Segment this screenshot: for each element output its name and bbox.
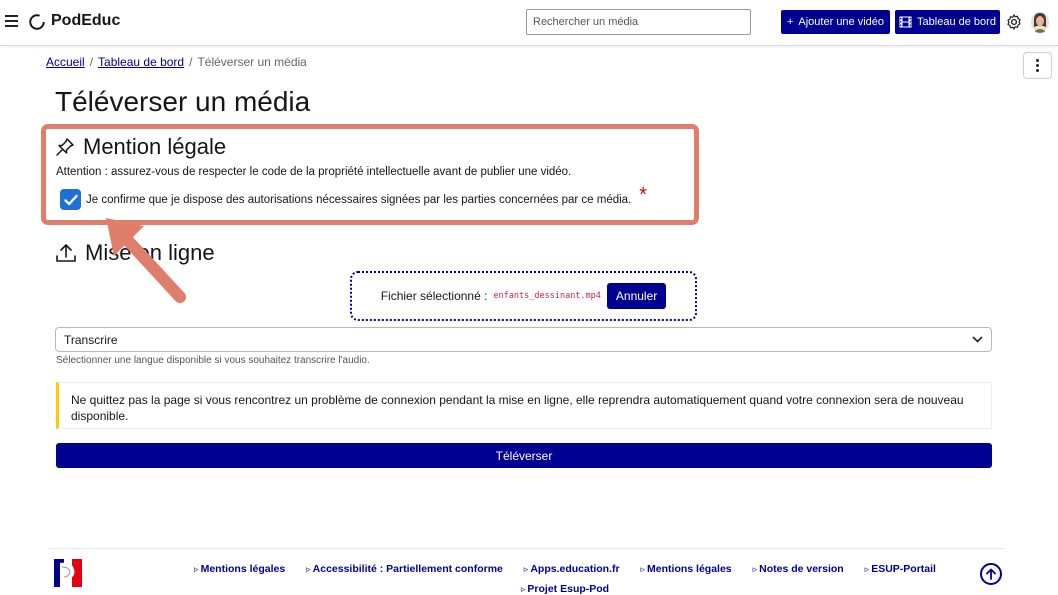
arrow-up-icon [986, 568, 996, 580]
marianne-logo-icon [54, 559, 82, 587]
add-video-label: Ajouter une vidéo [798, 16, 885, 28]
plus-icon: + [786, 16, 794, 28]
footer-link[interactable]: Accessibilité : Partiellement conforme [306, 563, 503, 575]
chevron-down-icon [972, 336, 983, 343]
dashboard-button[interactable]: Tableau de bord [895, 10, 1000, 34]
footer-link[interactable]: Mentions légales [194, 563, 285, 575]
footer-link[interactable]: ESUP-Portail [865, 563, 936, 575]
footer-link[interactable]: Mentions légales [641, 563, 732, 575]
brand-name[interactable]: PodEduc [51, 12, 120, 30]
breadcrumb-separator: / [89, 55, 94, 69]
add-video-button[interactable]: + Ajouter une vidéo [781, 10, 890, 34]
file-dropzone[interactable]: Fichier sélectionné : enfants_dessinant.… [350, 271, 697, 321]
avatar[interactable] [1030, 11, 1050, 33]
breadcrumb-dashboard-link[interactable]: Tableau de bord [98, 55, 184, 69]
film-icon [899, 16, 912, 28]
transcribe-select[interactable]: Transcrire [55, 327, 992, 352]
cancel-file-button[interactable]: Annuler [606, 283, 667, 309]
upload-title-text: Mise en ligne [85, 240, 215, 265]
back-to-top-button[interactable] [980, 563, 1002, 585]
breadcrumb: Accueil / Tableau de bord / Téléverser un mé… [46, 55, 307, 69]
page-title: Téléverser un média [55, 86, 311, 117]
transcribe-help-text: Sélectionner une langue disponible si vo… [56, 355, 370, 366]
gear-icon[interactable] [1005, 13, 1023, 31]
footer-link[interactable]: Apps.education.fr [524, 563, 620, 575]
annotation-highlight-box [41, 124, 699, 225]
more-options-button[interactable] [1023, 52, 1052, 79]
footer-divider [48, 548, 1004, 549]
upload-icon [56, 244, 76, 262]
transcribe-select-value: Transcrire [64, 332, 118, 347]
podeduc-logo-icon[interactable] [28, 13, 46, 31]
footer-link[interactable]: Notes de version [753, 563, 844, 575]
search-input[interactable] [526, 9, 751, 35]
selected-file-name: enfants_dessinant.mp4 [493, 291, 601, 301]
breadcrumb-home-link[interactable]: Accueil [46, 55, 85, 69]
footer-link[interactable]: Projet Esup-Pod [521, 583, 609, 595]
connection-notice: Ne quittez pas la page si vous rencontre… [56, 382, 992, 429]
upload-section-title: Mise en ligne [55, 240, 215, 266]
breadcrumb-current: Téléverser un média [197, 55, 307, 69]
breadcrumb-separator: / [189, 55, 193, 69]
dashboard-label: Tableau de bord [917, 16, 996, 28]
selected-file-label: Fichier sélectionné : [380, 289, 488, 303]
footer-links: Mentions légales Accessibilité : Partiel… [150, 559, 980, 595]
top-header: PodEduc + Ajouter une vidéo Tableau de b… [0, 0, 1058, 46]
hamburger-icon[interactable] [5, 15, 19, 29]
upload-submit-button[interactable]: Téléverser [56, 443, 992, 468]
